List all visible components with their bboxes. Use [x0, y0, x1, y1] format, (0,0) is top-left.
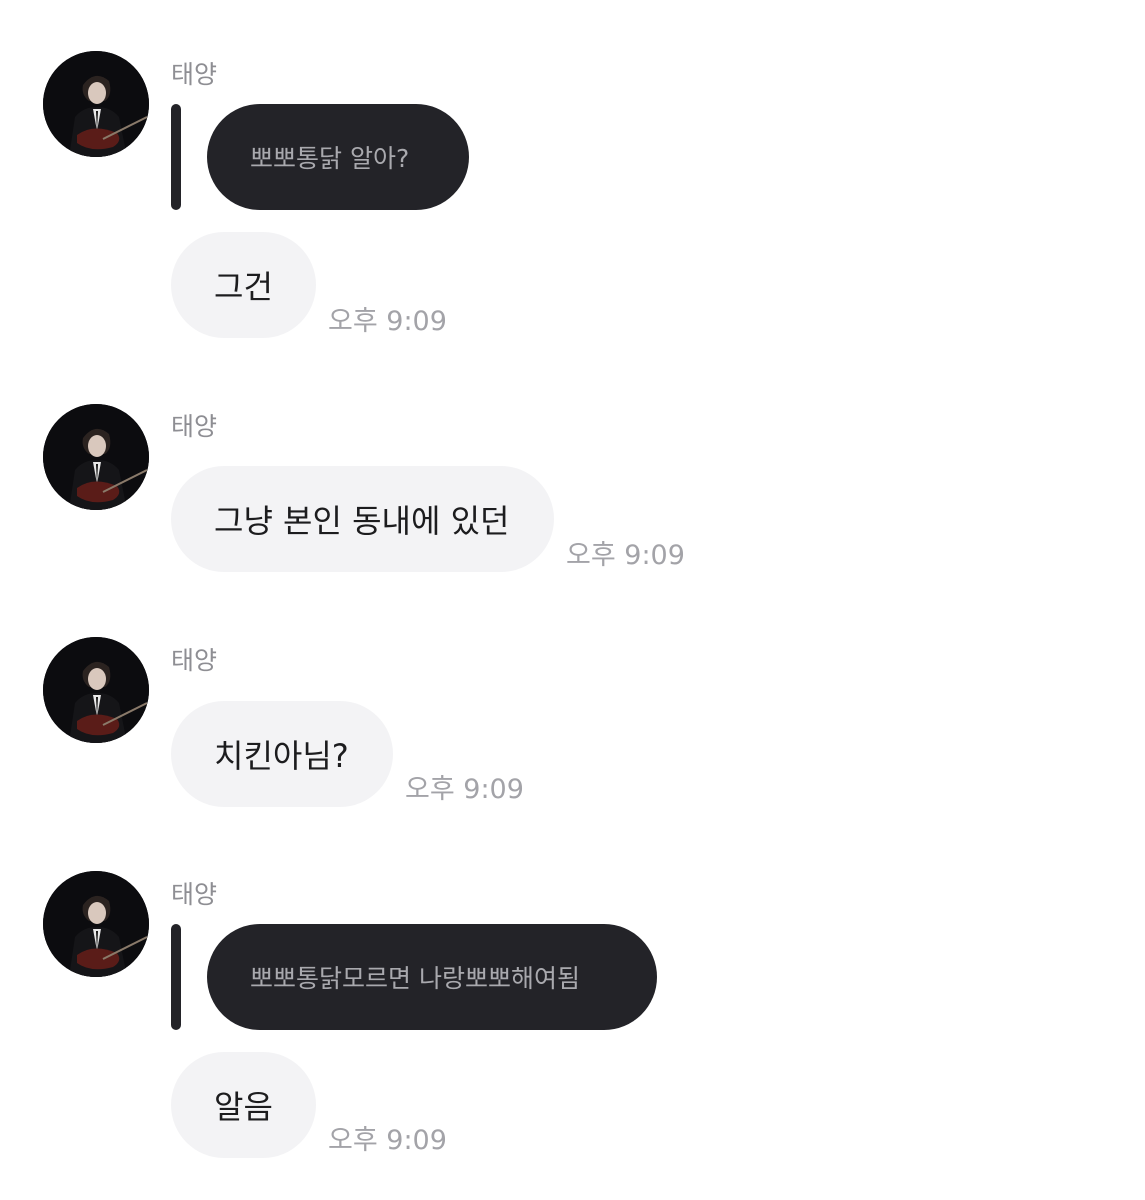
- avatar-photo-icon: [43, 51, 149, 157]
- sender-name: 태양: [171, 880, 218, 909]
- message-bubble[interactable]: 치킨아님?: [171, 701, 393, 807]
- avatar-photo-icon: [43, 637, 149, 743]
- reply-indicator-bar: [171, 104, 181, 210]
- message-timestamp: 오후 9:09: [405, 774, 524, 805]
- message-timestamp: 오후 9:09: [566, 540, 685, 571]
- message-bubble[interactable]: 그냥 본인 동내에 있던: [171, 466, 554, 572]
- avatar-photo-icon: [43, 404, 149, 510]
- sender-name: 태양: [171, 412, 218, 441]
- avatar[interactable]: [43, 637, 149, 743]
- avatar[interactable]: [43, 51, 149, 157]
- avatar-photo-icon: [43, 871, 149, 977]
- message-bubble[interactable]: 그건: [171, 232, 316, 338]
- avatar[interactable]: [43, 404, 149, 510]
- sender-name: 태양: [171, 646, 218, 675]
- message-timestamp: 오후 9:09: [328, 1125, 447, 1156]
- quoted-message-bubble[interactable]: 뽀뽀통닭모르면 나랑뽀뽀해여됨: [207, 924, 657, 1030]
- sender-name: 태양: [171, 60, 218, 89]
- message-bubble[interactable]: 알음: [171, 1052, 316, 1158]
- message-timestamp: 오후 9:09: [328, 306, 447, 337]
- avatar[interactable]: [43, 871, 149, 977]
- quoted-message-bubble[interactable]: 뽀뽀통닭 알아?: [207, 104, 469, 210]
- reply-indicator-bar: [171, 924, 181, 1030]
